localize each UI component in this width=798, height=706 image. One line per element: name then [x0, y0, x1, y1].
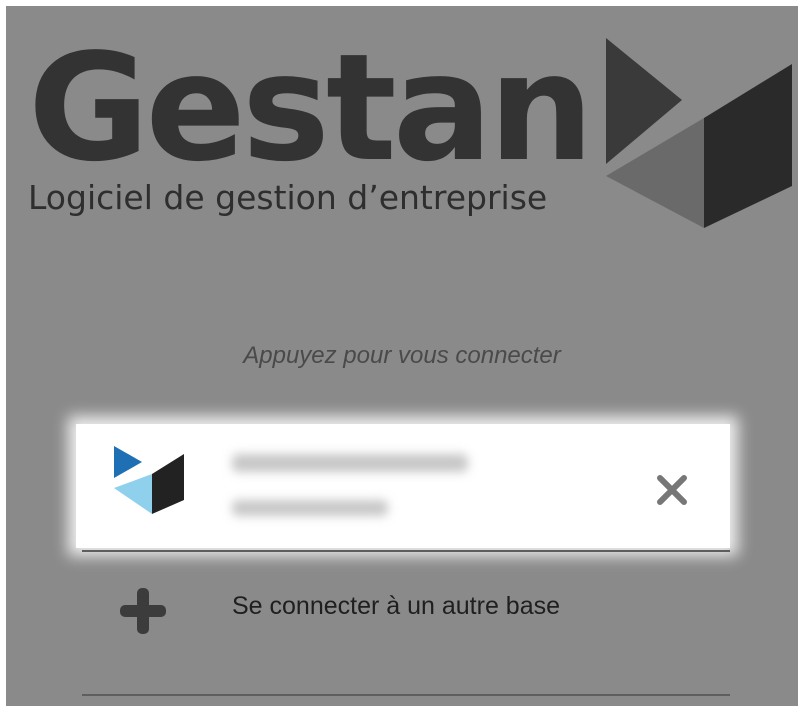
app-logo-wordmark: Gestan — [28, 22, 594, 194]
login-screen: Gestan Logiciel de gestion d’entreprise … — [6, 6, 798, 706]
remove-account-button[interactable] — [650, 468, 694, 512]
account-name-blurred — [232, 454, 468, 472]
gestan-logo-icon — [114, 446, 184, 514]
close-icon — [657, 475, 687, 505]
app-logo-tagline: Logiciel de gestion d’entreprise — [28, 178, 548, 217]
divider — [82, 694, 730, 696]
plus-icon — [120, 588, 166, 634]
account-card[interactable] — [76, 424, 730, 548]
gestan-logo-mark-icon — [606, 38, 792, 228]
divider — [82, 550, 730, 552]
connect-hint: Appuyez pour vous connecter — [243, 342, 561, 369]
add-base-label: Se connecter à un autre base — [232, 592, 561, 620]
account-detail-blurred — [232, 500, 388, 516]
add-base-button[interactable]: Se connecter à un autre base — [82, 558, 730, 688]
